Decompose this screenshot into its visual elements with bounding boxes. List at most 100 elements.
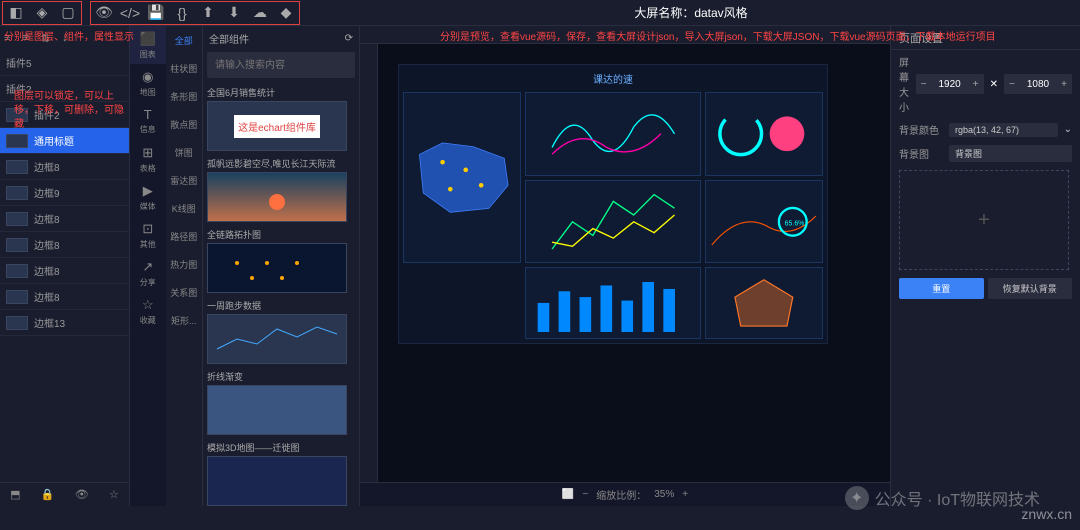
map-icon: ◉ [142, 69, 153, 85]
sub-item[interactable]: 矩形... [166, 306, 202, 334]
components-toggle[interactable]: ◈ [29, 2, 55, 24]
sub-item[interactable]: 路径图 [166, 222, 202, 250]
tab-all[interactable]: 全部组件 [209, 31, 249, 46]
sub-item[interactable]: 饼图 [166, 138, 202, 166]
layers-toggle[interactable]: ◧ [3, 2, 29, 24]
main-layout: ≡ ≡ ⇅ ↓ 插件5 插件2 插件2 通用标题 边框8 边框9 边框8 边框8… [0, 26, 1080, 506]
layer-item[interactable]: 插件5 [0, 50, 129, 76]
other-icon: ⊡ [142, 221, 153, 237]
export-json-button[interactable]: ⬇ [221, 2, 247, 24]
download-project-button[interactable]: ◆ [273, 2, 299, 24]
layer-item[interactable]: 边框8 [0, 232, 129, 258]
ruler-vertical [360, 44, 378, 482]
sub-item[interactable]: 关系图 [166, 278, 202, 306]
fit-icon[interactable]: ⬜ [562, 489, 574, 500]
sub-item[interactable]: 热力图 [166, 250, 202, 278]
text-icon: T [144, 107, 152, 122]
sub-item[interactable]: 条形图 [166, 82, 202, 110]
wechat-icon: ✦ [845, 486, 869, 510]
layer-item[interactable]: 边框9 [0, 180, 129, 206]
cat-media[interactable]: ▶媒体 [130, 178, 166, 216]
properties-panel: 页面设置 屏幕大小 −1920+ ✕ −1080+ 背景颜色 rgba(13, … [890, 26, 1080, 506]
share-icon: ↗ [142, 259, 153, 275]
download-vue-button[interactable]: ☁ [247, 2, 273, 24]
sub-item[interactable]: 柱状图 [166, 54, 202, 82]
action-group: 👁 </> 💾 {} ⬆ ⬇ ☁ ◆ [90, 1, 300, 25]
chart-icon: ⬛ [140, 31, 156, 47]
dash-chart-1[interactable] [525, 92, 702, 176]
component-list: 全部组件 ⟳ 全国6月销售统计 这是echart组件库 孤帆远影碧空尽,唯见长江天… [203, 26, 359, 506]
layer-item[interactable]: 边框13 [0, 310, 129, 336]
component-card[interactable]: 全链路拓扑图 [207, 226, 355, 293]
cat-map[interactable]: ◉地图 [130, 64, 166, 102]
group-icon[interactable]: ⬒ [10, 488, 20, 501]
star-icon: ☆ [142, 297, 154, 313]
refresh-icon[interactable]: ⟳ [345, 33, 353, 44]
zoom-value[interactable]: 35% [654, 489, 674, 500]
canvas-area: 课达的速 65.6% [360, 26, 890, 506]
play-icon: ▶ [143, 183, 153, 199]
layer-item[interactable]: 边框8 [0, 206, 129, 232]
cat-other[interactable]: ⊡其他 [130, 216, 166, 254]
sub-item[interactable]: 散点图 [166, 110, 202, 138]
canvas-footer: ⬜ − 缩放比例： 35% + [360, 482, 890, 506]
zoom-in[interactable]: + [682, 489, 688, 500]
component-card[interactable]: 折线渐变 [207, 368, 355, 435]
cat-chart[interactable]: ⬛图表 [130, 26, 166, 64]
bgcolor-label: 背景颜色 [899, 122, 943, 137]
vue-source-button[interactable]: </> [117, 2, 143, 24]
layer-item[interactable]: 边框8 [0, 258, 129, 284]
view-json-button[interactable]: {} [169, 2, 195, 24]
height-input[interactable]: −1080+ [1004, 74, 1072, 94]
reset-button[interactable]: 重置 [899, 278, 984, 299]
component-card[interactable]: 孤帆远影碧空尽,唯见长江天际流 [207, 155, 355, 222]
import-json-button[interactable]: ⬆ [195, 2, 221, 24]
dash-title: 课达的速 [403, 69, 823, 88]
bgimg-label: 背景图 [899, 146, 943, 161]
cat-fav[interactable]: ☆收藏 [130, 292, 166, 330]
component-card[interactable]: 一周跑步数据 [207, 297, 355, 364]
cat-share[interactable]: ↗分享 [130, 254, 166, 292]
preview-button[interactable]: 👁 [91, 2, 117, 24]
dash-map[interactable] [403, 92, 521, 263]
lock-icon[interactable]: 🔒 [41, 488, 55, 501]
component-card[interactable]: 全国6月销售统计 这是echart组件库 [207, 84, 355, 151]
layer-item[interactable]: 边框8 [0, 154, 129, 180]
zoom-out[interactable]: − [582, 489, 588, 500]
bgimg-input[interactable]: 背景图 [949, 145, 1072, 162]
sub-item[interactable]: 雷达图 [166, 166, 202, 194]
component-card[interactable]: 模拟3D地图——迁徙图 [207, 439, 355, 506]
chevron-down-icon[interactable]: ⌄ [1064, 124, 1072, 135]
dash-chart-6[interactable] [705, 267, 823, 339]
props-toggle[interactable]: ▢ [55, 2, 81, 24]
echart-annotation: 这是echart组件库 [234, 115, 320, 138]
dashboard-preview[interactable]: 课达的速 65.6% [398, 64, 828, 344]
dash-chart-5[interactable] [525, 267, 702, 339]
top-toolbar: ◧ ◈ ▢ 👁 </> 💾 {} ⬆ ⬇ ☁ ◆ 大屏名称：datav风格 [0, 0, 1080, 26]
brand-text: znwx.cn [1021, 506, 1072, 522]
search-input[interactable] [207, 52, 355, 78]
layers-footer: ⬒ 🔒 👁 ☆ [0, 482, 129, 506]
zoom-label: 缩放比例： [596, 487, 646, 502]
eye-icon[interactable]: 👁 [75, 488, 89, 501]
bgcolor-input[interactable]: rgba(13, 42, 67) [949, 123, 1058, 137]
layer-item[interactable]: 边框8 [0, 284, 129, 310]
bg-image-dropzone[interactable]: + [899, 170, 1069, 270]
save-button[interactable]: 💾 [143, 2, 169, 24]
sub-item[interactable]: K线图 [166, 194, 202, 222]
sub-item[interactable]: 全部 [166, 26, 202, 54]
cat-info[interactable]: T信息 [130, 102, 166, 140]
cat-table[interactable]: ⊞表格 [130, 140, 166, 178]
subcategory-rail: 全部 柱状图 条形图 散点图 饼图 雷达图 K线图 路径图 热力图 关系图 矩形… [166, 26, 203, 506]
dash-chart-4[interactable]: 65.6% [705, 180, 823, 264]
restore-button[interactable]: 恢复默认背景 [988, 278, 1073, 299]
view-mode-group: ◧ ◈ ▢ [2, 1, 82, 25]
canvas-viewport[interactable]: 课达的速 65.6% [378, 44, 890, 482]
dash-chart-3[interactable] [525, 180, 702, 264]
width-input[interactable]: −1920+ [916, 74, 984, 94]
watermark: ✦ 公众号 · IoT物联网技术 [845, 486, 1040, 510]
dash-chart-2[interactable] [705, 92, 823, 176]
annotation-left: 分别是图层、组件，属性显示 [4, 28, 134, 43]
annotation-layers: 图层可以锁定，可以上移，下移，可删除，可隐藏 [14, 90, 124, 132]
star-icon[interactable]: ☆ [109, 488, 119, 501]
